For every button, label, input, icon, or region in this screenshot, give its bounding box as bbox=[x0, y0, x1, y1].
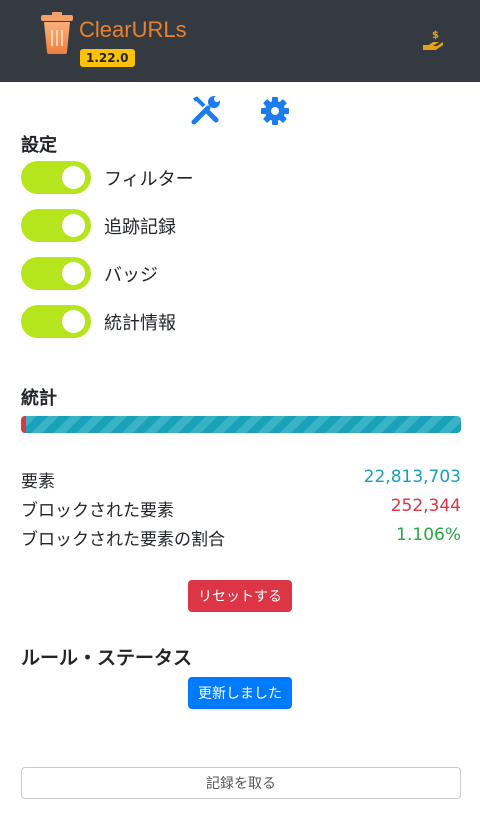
total-fill bbox=[25, 416, 461, 433]
blocked-progress-bar bbox=[21, 416, 461, 433]
stat-row-blocked: ブロックされた要素 252,344 bbox=[21, 496, 461, 521]
app-title: ClearURLs bbox=[79, 17, 187, 42]
version-badge: 1.22.0 bbox=[80, 49, 135, 67]
stat-label: ブロックされた要素の割合 bbox=[21, 530, 225, 550]
gear-icon bbox=[260, 97, 289, 125]
settings-heading: 設定 bbox=[21, 135, 57, 156]
toggle-label: フィルター bbox=[104, 168, 194, 190]
rules-status-button[interactable]: 更新しました bbox=[188, 677, 292, 709]
toggle-label: バッジ bbox=[104, 264, 158, 286]
stat-value: 252,344 bbox=[390, 496, 461, 516]
trash-logo-icon bbox=[41, 12, 73, 54]
toggle-tracking-log[interactable]: 追跡記録 bbox=[21, 209, 176, 242]
stat-row-elements: 要素 22,813,703 bbox=[21, 467, 461, 492]
logging-button[interactable]: 記録を取る bbox=[21, 767, 461, 799]
toggle-label: 追跡記録 bbox=[104, 216, 176, 238]
stat-value: 1.106% bbox=[396, 525, 461, 545]
toggle-statistics[interactable]: 統計情報 bbox=[21, 305, 176, 338]
stat-row-ratio: ブロックされた要素の割合 1.106% bbox=[21, 525, 461, 550]
tools-button[interactable] bbox=[190, 94, 222, 130]
stat-value: 22,813,703 bbox=[363, 467, 461, 487]
stat-label: ブロックされた要素 bbox=[21, 501, 174, 521]
toggle-filter[interactable]: フィルター bbox=[21, 161, 194, 194]
rules-heading: ルール・ステータス bbox=[21, 647, 193, 669]
toggle-badge[interactable]: バッジ bbox=[21, 257, 158, 290]
wrench-screwdriver-icon bbox=[191, 96, 221, 125]
settings-button[interactable] bbox=[260, 96, 290, 130]
stat-label: 要素 bbox=[21, 472, 55, 492]
reset-button[interactable]: リセットする bbox=[188, 580, 292, 612]
svg-text:$: $ bbox=[432, 30, 439, 41]
header: ClearURLs 1.22.0 $ bbox=[0, 0, 480, 82]
stats-heading: 統計 bbox=[21, 388, 57, 409]
donate-hand-icon[interactable]: $ bbox=[422, 28, 446, 52]
toggle-label: 統計情報 bbox=[104, 312, 176, 334]
